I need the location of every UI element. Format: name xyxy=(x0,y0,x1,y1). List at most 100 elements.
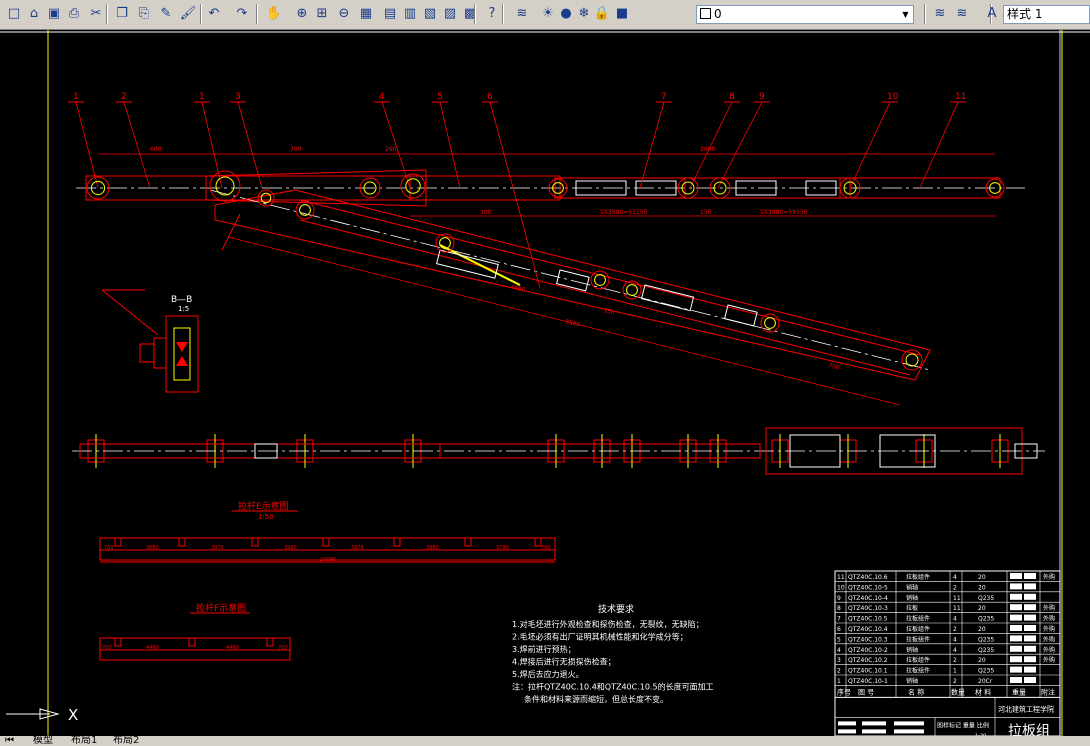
bom-cell-qty: 4 xyxy=(953,574,957,581)
tool-palette-icon[interactable]: ▥ xyxy=(400,4,420,24)
color-swatch-icon[interactable]: ■ xyxy=(612,4,632,24)
bom-cell-mat: Q235 xyxy=(978,616,994,623)
incline-dim-text: 700 xyxy=(828,362,841,372)
tech-line: 1.对毛坯进行外观检查和探伤检查，无裂纹，无缺陷； xyxy=(512,619,704,629)
new-icon[interactable]: □ xyxy=(4,4,24,24)
bom-cell-no: 6 xyxy=(837,626,841,633)
toolbar-separator xyxy=(256,4,258,24)
tech-line: 3.焊前进行预热； xyxy=(512,644,576,654)
tech-line: 5.焊后去应力退火。 xyxy=(512,669,584,679)
freeze-icon[interactable]: ❄ xyxy=(574,4,594,24)
detail-f-dim: 4480 xyxy=(226,645,239,651)
text-style-dropdown[interactable]: 样式 1 xyxy=(1003,5,1090,24)
help-icon[interactable]: ? xyxy=(482,4,502,24)
redo-icon[interactable]: ↷ xyxy=(232,4,252,24)
calculator-icon[interactable]: ▩ xyxy=(460,4,480,24)
bulb-icon[interactable]: ☀ xyxy=(538,4,558,24)
detail-e-scale: 1:50 xyxy=(258,513,274,521)
lock-icon[interactable]: 🔒 xyxy=(592,4,612,24)
inclined-edge-lower xyxy=(299,219,911,376)
markup-icon[interactable]: ▨ xyxy=(440,4,460,24)
tab-nav-first[interactable]: ⏮ xyxy=(2,736,17,746)
cut-icon[interactable]: ✂ xyxy=(86,4,106,24)
tech-title: 技术要求 xyxy=(598,603,634,615)
pin-inner-circle xyxy=(905,353,919,367)
open-icon[interactable]: ⌂ xyxy=(24,4,44,24)
bom-cell-no: 2 xyxy=(837,668,841,675)
zoom-window-icon[interactable]: ⊞ xyxy=(312,4,332,24)
bom-cell-mass2 xyxy=(1024,677,1036,683)
tab-layout1[interactable]: 布局1 xyxy=(68,736,100,746)
detail-f-dim: 700 xyxy=(278,645,288,651)
properties-icon[interactable]: ▦ xyxy=(356,4,376,24)
detail-f-dim: 4480 xyxy=(146,645,159,651)
section-boss xyxy=(153,337,167,369)
bom-cell-qty: 4 xyxy=(953,636,957,643)
pan-icon[interactable]: ✋ xyxy=(264,4,284,24)
bom-header-cell: 重量 xyxy=(1012,688,1026,696)
toolbar-separator xyxy=(502,4,504,24)
bom-cell-qty: 11 xyxy=(953,595,961,602)
bom-cell-mat: Q235 xyxy=(978,668,994,675)
tech-line: 注：拉杆QTZ40C.10.4和QTZ40C.10.5的长度可面加工 xyxy=(512,682,714,692)
bom-cell-mass xyxy=(1010,604,1022,611)
chevron-down-icon[interactable]: ▼ xyxy=(899,7,912,22)
sun-icon[interactable]: ● xyxy=(556,4,576,24)
section-label: B—B xyxy=(171,295,192,305)
bom-cell-no: 7 xyxy=(837,616,841,623)
detail-e-total: 24096 xyxy=(320,557,336,563)
tab-layout2[interactable]: 布局2 xyxy=(110,736,142,746)
tab-model[interactable]: 模型 xyxy=(30,736,56,746)
detail-e-dim: 700 xyxy=(541,545,551,551)
pin-inner-circle xyxy=(405,178,421,194)
detail-f-dim: 700 xyxy=(102,645,112,651)
bom-cell-name: 拉板 xyxy=(906,604,918,612)
inclined-edge-upper xyxy=(299,199,921,356)
detail-e-dim: 3980 xyxy=(426,545,439,551)
bom-cell-code: QTZ40C.10.3 xyxy=(848,636,888,643)
layer-previous-icon[interactable]: ≋ xyxy=(930,4,950,24)
design-center-icon[interactable]: ▤ xyxy=(380,4,400,24)
bom-cell-mass2 xyxy=(1024,656,1036,663)
zoom-realtime-icon[interactable]: ⊕ xyxy=(292,4,312,24)
bom-cell-no: 1 xyxy=(837,678,841,685)
bom-cell-name: 拉板组件 xyxy=(906,667,930,675)
section-scale: 1:5 xyxy=(178,305,189,313)
bom-cell-name: 拉板组件 xyxy=(906,573,930,581)
balloon-number: 1 xyxy=(73,92,79,102)
layer-color-swatch xyxy=(700,8,711,19)
balloon-leader xyxy=(639,101,665,189)
bom-header-cell: 附注 xyxy=(1041,687,1055,696)
balloon-number: 6 xyxy=(487,92,493,102)
layer-states-icon[interactable]: ≋ xyxy=(952,4,972,24)
layer-dropdown[interactable]: 0 ▼ xyxy=(696,5,914,24)
bom-cell-mat: 20 xyxy=(978,574,986,581)
zoom-prev-icon[interactable]: ⊖ xyxy=(334,4,354,24)
bom-cell-code: QTZ40C.10.1 xyxy=(848,668,888,675)
balloon-number: 5 xyxy=(437,92,443,102)
balloon-number: 7 xyxy=(661,92,667,102)
layer-manager-icon[interactable]: ≋ xyxy=(512,4,532,24)
plot-icon[interactable]: ⎙ xyxy=(64,4,84,24)
balloon-leader xyxy=(439,101,461,189)
bom-cell-code: QTZ40C.10-5 xyxy=(848,584,888,591)
bom-cell-name: 销轴 xyxy=(906,594,918,602)
match-icon[interactable]: ✎ xyxy=(156,4,176,24)
drawing-canvas[interactable]: 1 2 1 3 4 5 6 7 8 9 10 11 600 700 260 2600 300 5X3580=S3… xyxy=(0,30,1090,746)
brush-icon[interactable]: 🖌 xyxy=(178,4,198,24)
bom-cell-note: 外购 xyxy=(1043,573,1055,581)
text-style-icon[interactable]: A xyxy=(982,4,1002,24)
sheet-set-icon[interactable]: ▧ xyxy=(420,4,440,24)
undo-icon[interactable]: ↶ xyxy=(204,4,224,24)
bom-cell-no: 4 xyxy=(837,647,841,654)
bom-cell-mat: Q235 xyxy=(978,647,994,654)
toolbar-separator xyxy=(106,4,108,24)
bom-cell-note: 外购 xyxy=(1043,646,1055,654)
section-leader xyxy=(101,289,159,336)
copy-icon[interactable]: ❐ xyxy=(112,4,132,24)
drawing-svg[interactable]: 1 2 1 3 4 5 6 7 8 9 10 11 600 700 260 2600300 5X3580=S3… xyxy=(0,30,1090,746)
paste-icon[interactable]: ⎘ xyxy=(134,4,154,24)
save-icon[interactable]: ▣ xyxy=(44,4,64,24)
bom-cell-qty: 4 xyxy=(953,647,957,654)
title-signature-block xyxy=(838,721,856,726)
